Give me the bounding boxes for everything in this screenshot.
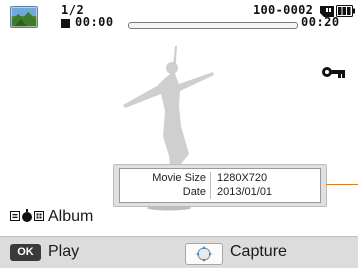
capture-label[interactable]: Capture (230, 243, 287, 261)
file-info-box: Movie Size 1280X720 Date 2013/01/01 (113, 164, 327, 207)
status-bar: 1/2 00:00 100-0002 00:20 (0, 0, 358, 34)
total-time: 00:20 (301, 15, 340, 29)
elapsed-time: 00:00 (75, 15, 114, 29)
info-value-movie-size: 1280X720 (217, 172, 268, 184)
camera-playback-screen: 1/2 00:00 100-0002 00:20 Movie Size 1280… (0, 0, 358, 268)
ok-button[interactable]: OK (10, 244, 41, 261)
info-label-movie-size: Movie Size (152, 172, 206, 184)
bottom-command-bar: OK Play Capture (0, 236, 358, 268)
file-info-panel: Movie Size 1280X720 Date 2013/01/01 (119, 168, 321, 203)
info-value-date: 2013/01/01 (217, 186, 273, 198)
dpad-icon (196, 246, 212, 262)
landscape-thumbnail-icon (10, 6, 38, 28)
key-icon (322, 67, 345, 78)
album-label[interactable]: Album (48, 208, 93, 226)
play-label[interactable]: Play (48, 243, 79, 261)
callout-line (326, 184, 358, 185)
info-label-date: Date (182, 186, 206, 198)
album-mode-icon[interactable] (10, 209, 44, 223)
dpad-button[interactable] (185, 243, 223, 265)
playback-progress-bar (128, 22, 298, 29)
stop-icon (61, 19, 70, 28)
info-divider (210, 172, 211, 199)
